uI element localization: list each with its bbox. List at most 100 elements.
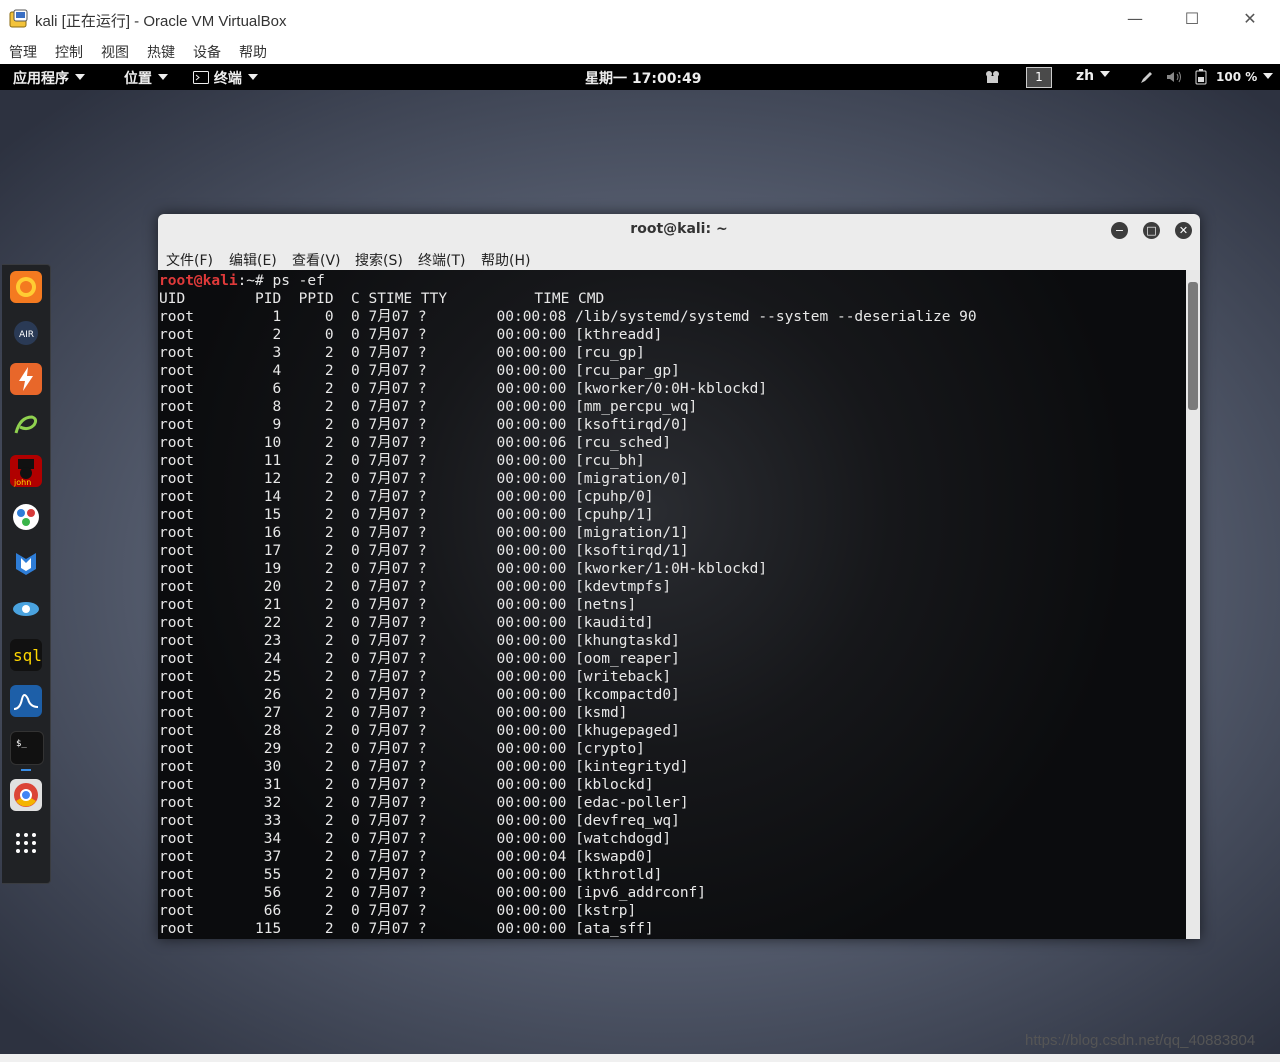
process-row: root 10 2 0 7月07 ? 00:00:06 [rcu_sched] [159, 435, 672, 451]
terminal-title: root@kali: ~ [630, 221, 728, 237]
process-row: root 4 2 0 7月07 ? 00:00:00 [rcu_par_gp] [159, 363, 680, 379]
guest-desktop: 应用程序 位置 终端 星期一 17:00:49 1 zh 100 % AIR j… [0, 64, 1280, 1054]
process-row: root 30 2 0 7月07 ? 00:00:00 [kintegrityd… [159, 759, 689, 775]
video-camera-icon[interactable] [985, 70, 1001, 84]
minimize-button[interactable]: — [1122, 6, 1148, 32]
close-button[interactable]: ✕ [1237, 6, 1263, 32]
process-row: root 1 0 0 7月07 ? 00:00:08 /lib/systemd/… [159, 309, 977, 325]
show-apps-icon[interactable] [10, 827, 42, 859]
process-row: root 9 2 0 7月07 ? 00:00:00 [ksoftirqd/0] [159, 417, 689, 433]
process-row: root 22 2 0 7月07 ? 00:00:00 [kauditd] [159, 615, 654, 631]
process-row: root 17 2 0 7月07 ? 00:00:00 [ksoftirqd/1… [159, 543, 689, 559]
terminal-menu-search[interactable]: 搜索(S) [355, 250, 403, 270]
process-row: root 12 2 0 7月07 ? 00:00:00 [migration/0… [159, 471, 689, 487]
battery-percentage[interactable]: 100 % [1216, 70, 1274, 84]
process-row: root 29 2 0 7月07 ? 00:00:00 [crypto] [159, 741, 645, 757]
menu-help[interactable]: 帮助 [239, 42, 267, 62]
vbox-menubar: 管理 控制 视图 热键 设备 帮助 [0, 38, 1280, 64]
terminal-minimize-button[interactable]: − [1111, 222, 1128, 239]
terminal-window: root@kali: ~ − □ ✕ 文件(F) 编辑(E) 查看(V) 搜索(… [158, 214, 1200, 939]
menu-control[interactable]: 控制 [55, 42, 83, 62]
terminal-maximize-button[interactable]: □ [1143, 222, 1160, 239]
menu-view[interactable]: 视图 [101, 42, 129, 62]
process-row: root 14 2 0 7月07 ? 00:00:00 [cpuhp/0] [159, 489, 654, 505]
svg-text:john: john [13, 478, 31, 487]
process-row: root 20 2 0 7月07 ? 00:00:00 [kdevtmpfs] [159, 579, 672, 595]
menu-manage[interactable]: 管理 [9, 42, 37, 62]
firefox-icon[interactable] [10, 271, 42, 303]
process-row: root 37 2 0 7月07 ? 00:00:04 [kswapd0] [159, 849, 654, 865]
svg-text:AIR: AIR [19, 330, 34, 340]
terminal-menu-file[interactable]: 文件(F) [166, 250, 213, 270]
maltego-icon[interactable] [10, 501, 42, 533]
process-row: root 55 2 0 7月07 ? 00:00:00 [kthrotld] [159, 867, 663, 883]
process-row: root 24 2 0 7月07 ? 00:00:00 [oom_reaper] [159, 651, 680, 667]
workspace-indicator[interactable]: 1 [1026, 67, 1052, 88]
terminal-menu-edit[interactable]: 编辑(E) [229, 250, 277, 270]
menu-devices[interactable]: 设备 [193, 42, 221, 62]
aircrack-icon[interactable]: AIR [10, 317, 42, 349]
process-row: root 23 2 0 7月07 ? 00:00:00 [khungtaskd] [159, 633, 680, 649]
process-row: root 15 2 0 7月07 ? 00:00:00 [cpuhp/1] [159, 507, 654, 523]
process-row: root 6 2 0 7月07 ? 00:00:00 [kworker/0:0H… [159, 381, 768, 397]
process-row: root 3 2 0 7月07 ? 00:00:00 [rcu_gp] [159, 345, 645, 361]
maximize-button[interactable]: ☐ [1179, 6, 1205, 32]
language-selector[interactable]: zh [1076, 68, 1111, 84]
terminal-app-menu[interactable]: 终端 [193, 68, 258, 88]
burpsuite-icon[interactable] [10, 363, 42, 395]
terminal-output[interactable]: root@kali:~# ps -ef UID PID PPID C STIME… [158, 270, 1186, 939]
volume-icon[interactable] [1166, 70, 1184, 84]
vbox-statusbar [0, 1054, 1280, 1062]
terminal-close-button[interactable]: ✕ [1175, 222, 1192, 239]
prompt-user: root@kali [159, 273, 238, 289]
prompt-command: :~# ps -ef [237, 273, 325, 289]
process-row: root 32 2 0 7月07 ? 00:00:00 [edac-poller… [159, 795, 689, 811]
places-menu[interactable]: 位置 [124, 68, 168, 88]
process-row: root 11 2 0 7月07 ? 00:00:00 [rcu_bh] [159, 453, 645, 469]
chromium-icon[interactable] [10, 779, 42, 811]
process-row: root 25 2 0 7月07 ? 00:00:00 [writeback] [159, 669, 672, 685]
metasploit-icon[interactable] [10, 547, 42, 579]
wireshark-icon[interactable] [10, 685, 42, 717]
process-row: root 21 2 0 7月07 ? 00:00:00 [netns] [159, 597, 637, 613]
process-row: root 115 2 0 7月07 ? 00:00:00 [ata_sff] [159, 921, 654, 937]
terminal-menu-help[interactable]: 帮助(H) [481, 250, 530, 270]
process-row: root 31 2 0 7月07 ? 00:00:00 [kblockd] [159, 777, 654, 793]
menu-hotkeys[interactable]: 热键 [147, 42, 175, 62]
pen-icon[interactable] [1140, 70, 1154, 84]
process-row: root 2 0 0 7月07 ? 00:00:00 [kthreadd] [159, 327, 663, 343]
terminal-icon [193, 70, 209, 84]
scrollbar-thumb[interactable] [1188, 282, 1198, 410]
process-row: root 33 2 0 7月07 ? 00:00:00 [devfreq_wq] [159, 813, 680, 829]
clock[interactable]: 星期一 17:00:49 [585, 68, 702, 88]
process-row: root 26 2 0 7月07 ? 00:00:00 [kcompactd0] [159, 687, 680, 703]
svg-text:sql: sql [13, 646, 42, 665]
faraday-icon[interactable] [10, 593, 42, 625]
window-title: kali [正在运行] - Oracle VM VirtualBox [35, 13, 287, 30]
process-row: root 27 2 0 7月07 ? 00:00:00 [ksmd] [159, 705, 628, 721]
john-icon[interactable]: john [10, 455, 42, 487]
virtualbox-icon [9, 9, 28, 28]
ps-output-lines: root 1 0 0 7月07 ? 00:00:08 /lib/systemd/… [159, 309, 977, 937]
sqlmap-icon[interactable] [10, 409, 42, 441]
kali-topbar: 应用程序 位置 终端 星期一 17:00:49 1 zh 100 % [0, 64, 1280, 90]
vbox-titlebar: kali [正在运行] - Oracle VM VirtualBox — ☐ ✕ [0, 0, 1280, 38]
active-indicator [21, 769, 31, 771]
ps-header: UID PID PPID C STIME TTY TIME CMD [159, 291, 605, 307]
process-row: root 28 2 0 7月07 ? 00:00:00 [khugepaged] [159, 723, 680, 739]
terminal-menu-terminal[interactable]: 终端(T) [418, 250, 465, 270]
terminal-scrollbar[interactable] [1186, 270, 1200, 939]
battery-icon[interactable] [1194, 69, 1208, 85]
terminal-menu-view[interactable]: 查看(V) [292, 250, 341, 270]
terminal-dock-icon[interactable]: $_ [10, 731, 44, 765]
process-row: root 56 2 0 7月07 ? 00:00:00 [ipv6_addrco… [159, 885, 707, 901]
process-row: root 16 2 0 7月07 ? 00:00:00 [migration/1… [159, 525, 689, 541]
process-row: root 66 2 0 7月07 ? 00:00:00 [kstrp] [159, 903, 637, 919]
terminal-header: root@kali: ~ − □ ✕ 文件(F) 编辑(E) 查看(V) 搜索(… [158, 214, 1200, 270]
cherrytree-icon[interactable]: sql [10, 639, 42, 671]
watermark: https://blog.csdn.net/qq_40883804 [1025, 1032, 1256, 1049]
process-row: root 19 2 0 7月07 ? 00:00:00 [kworker/1:0… [159, 561, 768, 577]
applications-menu[interactable]: 应用程序 [13, 68, 85, 88]
svg-text:$_: $_ [16, 739, 27, 749]
process-row: root 34 2 0 7月07 ? 00:00:00 [watchdogd] [159, 831, 672, 847]
